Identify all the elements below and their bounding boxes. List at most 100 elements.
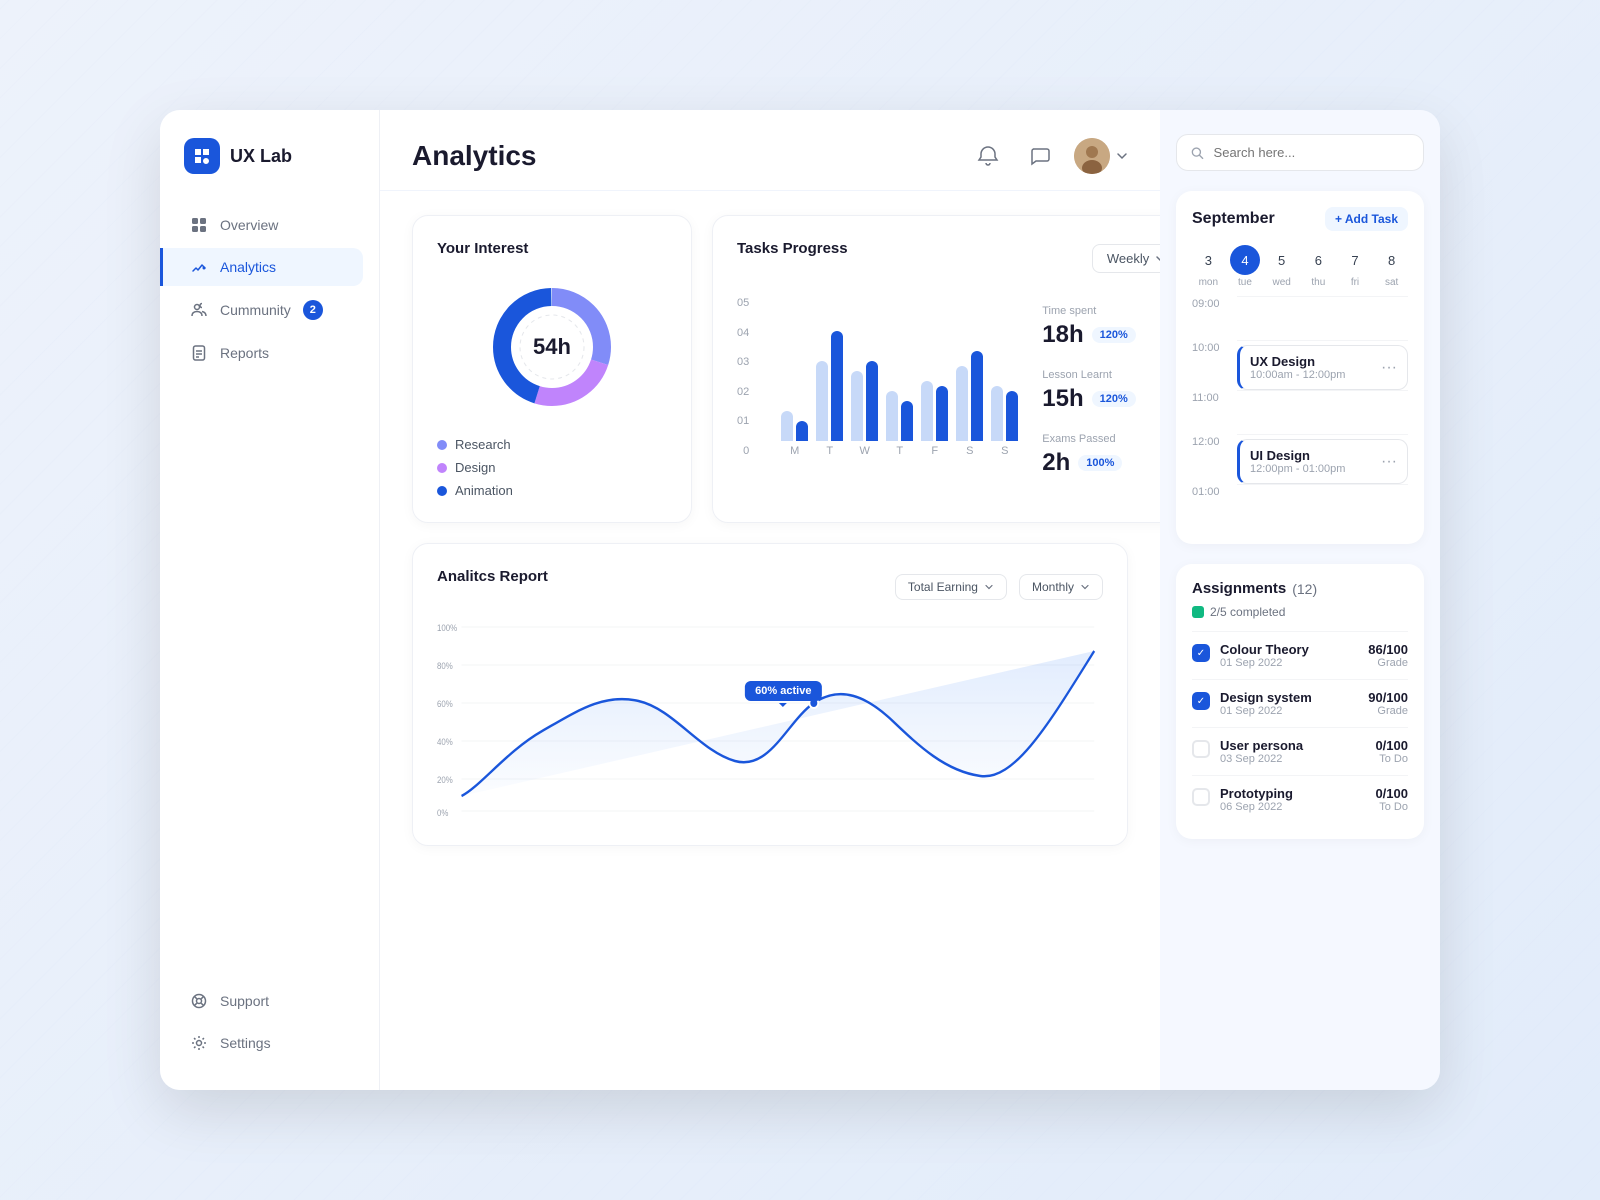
stat-lesson: Lesson Learnt 15h 120% (1042, 369, 1160, 413)
animation-dot (437, 486, 447, 496)
avatar-button[interactable] (1074, 138, 1128, 174)
assignment-date: 03 Sep 2022 (1220, 753, 1365, 765)
sidebar-item-overview[interactable]: Overview (176, 206, 363, 244)
time-slot-1: 01:00 (1192, 484, 1408, 528)
svg-text:100%: 100% (437, 622, 458, 633)
file-icon (190, 344, 208, 362)
nav-items: Overview Analytics (176, 206, 363, 982)
notification-icon[interactable] (970, 138, 1006, 174)
event-more-icon[interactable]: ··· (1381, 453, 1397, 471)
assignment-name: Prototyping (1220, 786, 1365, 801)
assignment-colour-theory: ✓ Colour Theory 01 Sep 2022 86/100 Grade (1192, 631, 1408, 679)
checkbox-colour-theory[interactable]: ✓ (1192, 644, 1210, 662)
bar-dark (901, 401, 913, 441)
sidebar-item-label: Settings (220, 1035, 271, 1051)
assignment-name: Colour Theory (1220, 642, 1358, 657)
stat-value: 18h (1042, 321, 1083, 349)
header-actions (970, 138, 1128, 174)
legend-design-label: Design (455, 460, 495, 475)
day-num: 7 (1340, 245, 1370, 275)
line-chart: 60% active 100% 80% 60% 40% 20% 0% (437, 621, 1103, 821)
add-task-button[interactable]: + Add Task (1325, 207, 1408, 231)
main-body: Your Interest (380, 191, 1160, 1090)
score-value: 86/100 (1368, 642, 1408, 657)
stat-exams: Exams Passed 2h 100% (1042, 433, 1160, 477)
design-dot (437, 463, 447, 473)
score-value: 0/100 (1375, 738, 1408, 753)
chart-tooltip: 60% active (745, 681, 821, 701)
settings-icon (190, 1034, 208, 1052)
checkbox-user-persona[interactable] (1192, 740, 1210, 758)
sidebar-bottom: Support Settings (176, 982, 363, 1062)
bar-group-s1: S (956, 281, 983, 457)
event-ux-design[interactable]: UX Design 10:00am - 12:00pm ··· (1237, 345, 1408, 390)
search-input[interactable] (1214, 145, 1409, 160)
day-headers: 3 mon 4 tue 5 wed 6 thu 7 fri (1192, 245, 1408, 288)
interest-legend: Research Design Animation (437, 437, 667, 498)
stats-panel: Time spent 18h 120% Lesson Learnt 15h (1042, 297, 1160, 477)
day-header-wed: 5 wed (1265, 245, 1298, 288)
bar-dark (866, 361, 878, 441)
svg-text:16: 16 (692, 820, 701, 821)
score-value: 90/100 (1368, 690, 1408, 705)
day-num: 8 (1377, 245, 1407, 275)
chart-icon (190, 258, 208, 276)
stat-badge: 100% (1078, 455, 1122, 471)
svg-text:20: 20 (927, 820, 936, 821)
checkbox-design-system[interactable]: ✓ (1192, 692, 1210, 710)
calendar-card: September + Add Task 3 mon 4 tue 5 wed 6 (1176, 191, 1424, 544)
sidebar-item-label: Analytics (220, 259, 276, 275)
svg-text:18: 18 (809, 820, 818, 821)
score-value: 0/100 (1375, 786, 1408, 801)
stat-row: 15h 120% (1042, 385, 1160, 413)
bar-group-m: M (781, 281, 808, 457)
completed-text: 2/5 completed (1210, 605, 1285, 619)
assignments-card: Assignments (12) 2/5 completed ✓ Colour … (1176, 564, 1424, 839)
assignment-prototyping: Prototyping 06 Sep 2022 0/100 To Do (1192, 775, 1408, 823)
checkbox-prototyping[interactable] (1192, 788, 1210, 806)
sidebar-item-support[interactable]: Support (176, 982, 363, 1020)
logo-text: UX Lab (230, 146, 292, 167)
assignment-user-persona: User persona 03 Sep 2022 0/100 To Do (1192, 727, 1408, 775)
avatar (1074, 138, 1110, 174)
bar-dark (1006, 391, 1018, 441)
event-more-icon[interactable]: ··· (1381, 359, 1397, 377)
stat-row: 18h 120% (1042, 321, 1160, 349)
score-label: Grade (1368, 705, 1408, 717)
sidebar-item-settings[interactable]: Settings (176, 1024, 363, 1062)
calendar-header: September + Add Task (1192, 207, 1408, 231)
sidebar-item-reports[interactable]: Reports (176, 334, 363, 372)
bar-dark (796, 421, 808, 441)
assignment-design-system: ✓ Design system 01 Sep 2022 90/100 Grade (1192, 679, 1408, 727)
day-num-today: 4 (1230, 245, 1260, 275)
assignment-date: 06 Sep 2022 (1220, 801, 1365, 813)
donut-center-value: 54h (533, 334, 571, 360)
event-ui-design[interactable]: UI Design 12:00pm - 01:00pm ··· (1237, 439, 1408, 484)
svg-text:17: 17 (751, 820, 760, 821)
message-icon[interactable] (1022, 138, 1058, 174)
svg-text:21: 21 (986, 820, 995, 821)
weekly-dropdown[interactable]: Weekly (1092, 244, 1160, 273)
assignment-name: User persona (1220, 738, 1365, 753)
right-panel: September + Add Task 3 mon 4 tue 5 wed 6 (1160, 110, 1440, 1090)
page-title: Analytics (412, 140, 537, 172)
time-slot-12: 12:00 UI Design 12:00pm - 01:00pm ··· (1192, 434, 1408, 484)
monthly-dropdown[interactable]: Monthly (1019, 574, 1103, 600)
stat-time-spent: Time spent 18h 120% (1042, 305, 1160, 349)
sidebar-item-community[interactable]: Cummunity 2 (176, 290, 363, 330)
research-dot (437, 440, 447, 450)
legend-design: Design (437, 460, 667, 475)
legend-research-label: Research (455, 437, 511, 452)
bar-wrapper (851, 281, 878, 441)
stat-label: Exams Passed (1042, 433, 1160, 445)
stat-label: Time spent (1042, 305, 1160, 317)
stat-value: 2h (1042, 449, 1070, 477)
sidebar-item-analytics[interactable]: Analytics (160, 248, 363, 286)
total-earning-dropdown[interactable]: Total Earning (895, 574, 1007, 600)
main-content: Analytics (380, 110, 1160, 1090)
day-num: 5 (1267, 245, 1297, 275)
svg-text:12: 12 (457, 820, 466, 821)
completed-badge: 2/5 completed (1192, 605, 1408, 619)
assignment-name: Design system (1220, 690, 1358, 705)
score-label: To Do (1375, 753, 1408, 765)
